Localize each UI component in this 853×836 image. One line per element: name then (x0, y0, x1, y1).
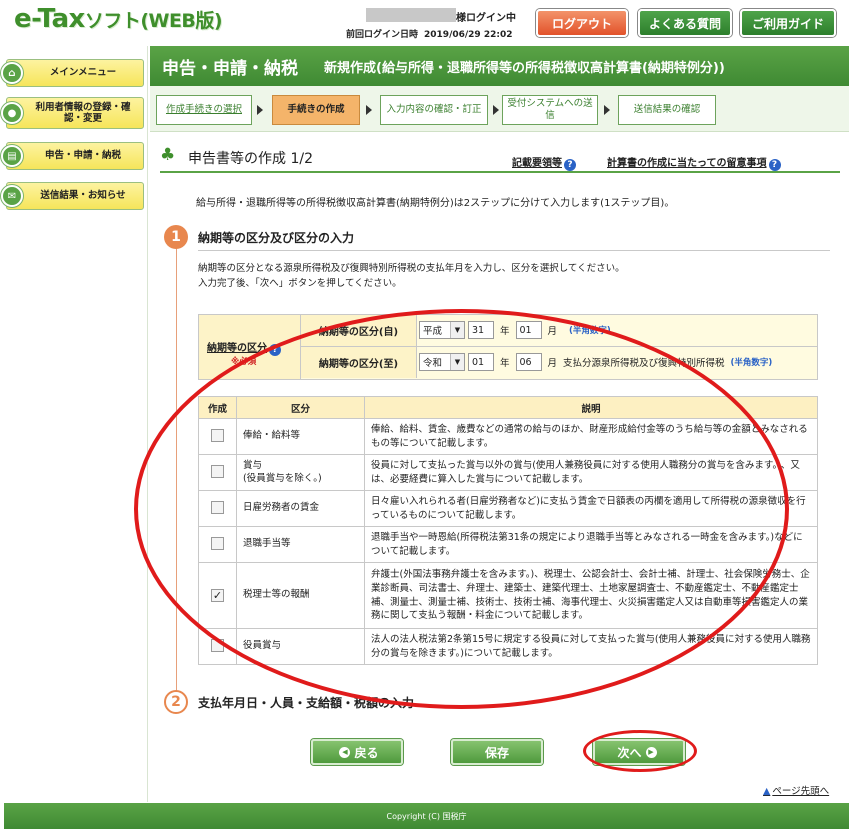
logout-button[interactable]: ログアウト (536, 9, 628, 37)
last-login-label: 前回ログイン日時 (346, 30, 419, 40)
save-button[interactable]: 保存 (451, 739, 543, 765)
top-header: e-Taxソフト(WEB版) 様ログイン中 前回ログイン日時 2019/06/29… (0, 0, 853, 42)
back-button-label: 戻る (354, 745, 379, 760)
step-select-procedure[interactable]: 作成手続きの選択 (156, 95, 252, 125)
half-width-hint: (半角数字) (730, 358, 773, 368)
page-title-bar: 申告・申請・納税 新規作成(給与所得・退職所得等の所得税徴収高計算書(納期特例分… (150, 46, 849, 86)
page-top-link[interactable]: ▲ ページ先頭へ (763, 783, 829, 797)
home-icon: ⌂ (1, 62, 23, 84)
step-create-procedure: 手続きの作成 (272, 95, 360, 125)
instruction-line-2: 入力完了後、「次へ」ボタンを押してください。 (198, 277, 402, 289)
sidebar-item-user-info[interactable]: ● 利用者情報の登録・確認・変更 (1, 97, 144, 129)
logo-main-text: e-Tax (14, 4, 85, 34)
sidebar-item-label: 送信結果・お知らせ (40, 190, 126, 202)
writing-guide-link-text: 記載要領等 (512, 158, 562, 169)
sidebar-item-label: 利用者情報の登録・確認・変更 (35, 101, 131, 124)
faq-button[interactable]: よくある質問 (638, 9, 732, 37)
sidebar-item-main-menu[interactable]: ⌂ メインメニュー (1, 59, 144, 87)
sidebar-item-results[interactable]: ✉ 送信結果・お知らせ (1, 182, 144, 210)
notes-link-text: 計算書の作成に当たっての留意事項 (607, 158, 767, 169)
arrow-up-icon: ▲ (763, 786, 771, 797)
help-icon[interactable]: ? (564, 159, 576, 171)
page-title: 申告・申請・納税 (162, 58, 298, 79)
sidebar-item-filing[interactable]: ▤ 申告・申請・納税 (1, 142, 144, 170)
intro-text: 給与所得・退職所得等の所得税徴収高計算書(納期特例分)は2ステップに分けて入力し… (196, 198, 675, 209)
section-header: ♣ 申告書等の作成 1/2 記載要領等? 計算書の作成に当たっての留意事項? (160, 143, 840, 173)
page-top-label: ページ先頭へ (772, 786, 830, 797)
step-confirm-correct: 入力内容の確認・訂正 (380, 95, 488, 125)
notes-link[interactable]: 計算書の作成に当たっての留意事項? (607, 154, 781, 171)
redacted-user-name (366, 8, 456, 22)
step-arrow-icon (366, 105, 372, 115)
etax-logo: e-Taxソフト(WEB版) (14, 4, 223, 34)
writing-guide-link[interactable]: 記載要領等? (512, 154, 576, 171)
step-check-results: 送信結果の確認 (618, 95, 716, 125)
user-guide-button[interactable]: ご利用ガイド (740, 9, 836, 37)
highlight-annotation (583, 730, 697, 772)
step1-heading: 納期等の区分及び区分の入力 (198, 231, 355, 245)
user-icon: ● (1, 102, 23, 124)
clover-icon: ♣ (160, 145, 176, 165)
sidebar-item-label: 申告・申請・納税 (44, 150, 121, 162)
step-arrow-icon (257, 105, 263, 115)
last-login-value: 2019/06/29 22:02 (424, 30, 513, 40)
instruction-line-1: 納期等の区分となる源泉所得税及び復興特別所得税の支払年月を入力し、区分を選択して… (198, 263, 625, 274)
section-title: 申告書等の作成 1/2 (188, 151, 313, 167)
step1-number-badge: 1 (164, 225, 188, 249)
page-subtitle: 新規作成(給与所得・退職所得等の所得税徴収高計算書(納期特例分)) (324, 60, 725, 76)
last-login: 前回ログイン日時 2019/06/29 22:02 (346, 27, 512, 40)
step1-instructions: 納期等の区分となる源泉所得税及び復興特別所得税の支払年月を入力し、区分を選択して… (198, 262, 625, 291)
step2-number-badge: 2 (164, 690, 188, 714)
sidebar-item-label: メインメニュー (49, 67, 117, 79)
step-send-to-system: 受付システムへの送信 (502, 95, 598, 125)
progress-steps: 作成手続きの選択 手続きの作成 入力内容の確認・訂正 受付システムへの送信 送信… (150, 86, 849, 132)
help-icon[interactable]: ? (768, 159, 781, 171)
back-button[interactable]: ◀ 戻る (311, 739, 403, 765)
login-status: 様ログイン中 (456, 13, 516, 24)
arrow-left-icon: ◀ (339, 746, 351, 758)
divider (198, 250, 830, 251)
highlight-annotation (134, 309, 789, 709)
step-arrow-icon (493, 105, 499, 115)
mail-icon: ✉ (1, 185, 23, 207)
logo-sub-text: ソフト(WEB版) (84, 10, 223, 32)
step-arrow-icon (604, 105, 610, 115)
footer: Copyright (C) 国税庁 (4, 803, 849, 829)
sidebar: ⌂ メインメニュー ● 利用者情報の登録・確認・変更 ▤ 申告・申請・納税 ✉ … (1, 46, 148, 802)
document-icon: ▤ (1, 145, 23, 167)
